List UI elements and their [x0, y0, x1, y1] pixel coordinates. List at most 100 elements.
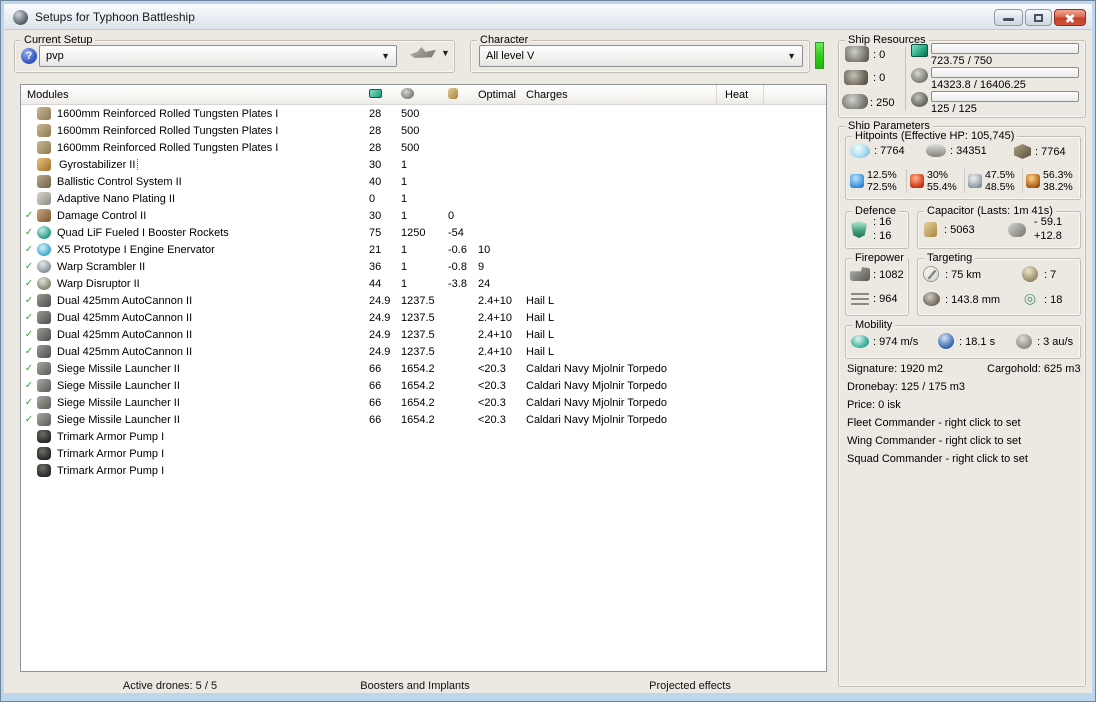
wing-commander-text[interactable]: Wing Commander - right click to set: [847, 435, 1021, 447]
column-charges[interactable]: Charges: [526, 89, 716, 101]
module-name-text: Siege Missile Launcher II: [57, 379, 180, 392]
maximize-button[interactable]: [1025, 9, 1052, 26]
title-bar[interactable]: Setups for Typhoon Battleship: [4, 4, 1092, 30]
squad-commander-text[interactable]: Squad Commander - right click to set: [847, 453, 1028, 465]
module-name-text: Gyrostabilizer II: [57, 158, 139, 171]
active-drones-section[interactable]: Active drones: 5 / 5: [123, 680, 217, 692]
column-powergrid[interactable]: [401, 87, 448, 102]
window-title: Setups for Typhoon Battleship: [35, 10, 195, 24]
launcher-hardpoints-icon: [844, 70, 868, 85]
module-name-text: Trimark Armor Pump I: [57, 430, 165, 443]
module-name: Trimark Armor Pump I: [57, 465, 369, 477]
module-row[interactable]: Adaptive Nano Plating II 0 1: [21, 190, 826, 207]
shield-icon: [850, 144, 870, 158]
targeting-group: Targeting : 75 km : 7 : 143.8 mm ◎ : 18: [917, 251, 1081, 316]
resist-bottom-value: 48.5%: [985, 181, 1015, 193]
help-icon[interactable]: ?: [21, 48, 37, 64]
module-row[interactable]: ✓ Warp Scrambler II 36 1 -0.8 9: [21, 258, 826, 275]
column-modules[interactable]: Modules: [21, 89, 369, 101]
module-row[interactable]: ✓ Quad LiF Fueled I Booster Rockets 75 1250…: [21, 224, 826, 241]
armor-plate-icon: [37, 123, 51, 137]
character-combobox[interactable]: All level V ▼: [479, 45, 803, 67]
chevron-down-icon: ▼: [787, 51, 796, 61]
resist-bottom-value: 55.4%: [927, 181, 957, 193]
module-icon-cell: [37, 412, 57, 427]
module-row[interactable]: ✓ Siege Missile Launcher II 66 1654.2 <20.3 C…: [21, 394, 826, 411]
module-name: Siege Missile Launcher II: [57, 397, 369, 409]
module-row[interactable]: ✓ Dual 425mm AutoCannon II 24.9 1237.5 2.4+1…: [21, 292, 826, 309]
module-row[interactable]: Trimark Armor Pump I: [21, 428, 826, 445]
fleet-commander-text[interactable]: Fleet Commander - right click to set: [847, 417, 1021, 429]
module-icon-cell: [37, 106, 57, 121]
client-area: Current Setup ? pvp ▼ ▼ Character All le…: [4, 30, 1092, 693]
module-row[interactable]: ✓ Siege Missile Launcher II 66 1654.2 <20.3 C…: [21, 411, 826, 428]
resist-top-value: 47.5%: [985, 169, 1015, 181]
capacitor-icon: [924, 222, 937, 237]
cpu-value: 24.9: [369, 294, 391, 307]
module-name-text: 1600mm Reinforced Rolled Tungsten Plates…: [57, 141, 279, 154]
minimize-icon: [1003, 18, 1014, 21]
close-button[interactable]: [1054, 9, 1086, 26]
hull-hp: : 7764: [1014, 144, 1066, 159]
minimize-button[interactable]: [994, 9, 1023, 26]
module-row[interactable]: ✓ Dual 425mm AutoCannon II 24.9 1237.5 2.4+1…: [21, 309, 826, 326]
projected-effects-section[interactable]: Projected effects: [649, 680, 731, 692]
boosters-implants-section[interactable]: Boosters and Implants: [360, 680, 469, 692]
column-optimal[interactable]: Optimal: [478, 89, 526, 101]
turret-hardpoints-value: : 0: [873, 49, 886, 61]
module-row[interactable]: ✓ Damage Control II 30 1 0: [21, 207, 826, 224]
module-name-text: Warp Scrambler II: [57, 260, 146, 273]
ballistic-control-icon: [37, 174, 51, 188]
fitted-check-icon: ✓: [24, 329, 34, 340]
module-row[interactable]: 1600mm Reinforced Rolled Tungsten Plates…: [21, 105, 826, 122]
module-name: Dual 425mm AutoCannon II: [57, 312, 369, 324]
module-icon-cell: [37, 191, 57, 206]
max-targets: : 18: [1044, 294, 1063, 306]
optimal-value: 9: [478, 260, 485, 273]
character-status-indicator: [815, 42, 824, 69]
cpu-value: 24.9: [369, 311, 391, 324]
resist-bottom-value: 38.2%: [1043, 181, 1073, 193]
powergrid-value: 1237.5: [401, 328, 435, 341]
setup-combobox[interactable]: pvp ▼: [39, 45, 397, 67]
module-row[interactable]: Ballistic Control System II 40 1: [21, 173, 826, 190]
charge-name: Hail L: [526, 328, 555, 341]
module-row[interactable]: ✓ Siege Missile Launcher II 66 1654.2 <20.3 C…: [21, 360, 826, 377]
module-icon-cell: [37, 429, 57, 444]
charge-name: Caldari Navy Mjolnir Torpedo: [526, 362, 668, 375]
hitpoints-label: Hitpoints (Effective HP: 105,745): [852, 129, 1018, 143]
module-row[interactable]: ✓ Dual 425mm AutoCannon II 24.9 1237.5 2.4+1…: [21, 343, 826, 360]
resist-values: 56.3% 38.2%: [1043, 169, 1073, 193]
targeting-range-icon: [923, 266, 939, 282]
module-name: Quad LiF Fueled I Booster Rockets: [57, 227, 369, 239]
nano-plating-icon: [37, 191, 51, 205]
module-row[interactable]: ✓ Dual 425mm AutoCannon II 24.9 1237.5 2.4+1…: [21, 326, 826, 343]
module-row[interactable]: ✓ Siege Missile Launcher II 66 1654.2 <20.3 C…: [21, 377, 826, 394]
module-row[interactable]: 1600mm Reinforced Rolled Tungsten Plates…: [21, 139, 826, 156]
module-name: X5 Prototype I Engine Enervator: [57, 244, 369, 256]
module-row[interactable]: Gyrostabilizer II 30 1: [21, 156, 826, 173]
column-cpu[interactable]: [369, 88, 401, 101]
module-row[interactable]: ✓ Warp Disruptor II 44 1 -3.8 24: [21, 275, 826, 292]
module-row[interactable]: ✓ X5 Prototype I Engine Enervator 21 1 -0.6 1…: [21, 241, 826, 258]
module-row[interactable]: Trimark Armor Pump I: [21, 462, 826, 479]
cpu-bar-text: 723.75 / 750: [931, 55, 993, 67]
explosive-resist-icon: [1026, 174, 1040, 188]
module-icon-cell: [37, 446, 57, 461]
hull-icon: [1014, 144, 1031, 159]
module-name-text: X5 Prototype I Engine Enervator: [57, 243, 215, 256]
ship-browser-button[interactable]: ▼: [410, 44, 450, 61]
column-heat[interactable]: Heat: [716, 85, 764, 104]
module-name: Trimark Armor Pump I: [57, 448, 369, 460]
column-capacitor[interactable]: [448, 87, 478, 102]
calibration-icon: [842, 94, 868, 109]
resistances-row: 12.5% 72.5% 30% 55.4% 47.5% 48.5% 56.3% 38.2%: [848, 169, 1080, 193]
module-name: 1600mm Reinforced Rolled Tungsten Plates…: [57, 125, 369, 137]
module-row[interactable]: Trimark Armor Pump I: [21, 445, 826, 462]
module-name: Damage Control II: [57, 210, 369, 222]
optimal-value: <20.3: [478, 396, 506, 409]
module-row[interactable]: 1600mm Reinforced Rolled Tungsten Plates…: [21, 122, 826, 139]
powergrid-value: 500: [401, 107, 420, 120]
autocannon-icon: [37, 327, 51, 341]
gyrostabilizer-icon: [37, 157, 51, 171]
